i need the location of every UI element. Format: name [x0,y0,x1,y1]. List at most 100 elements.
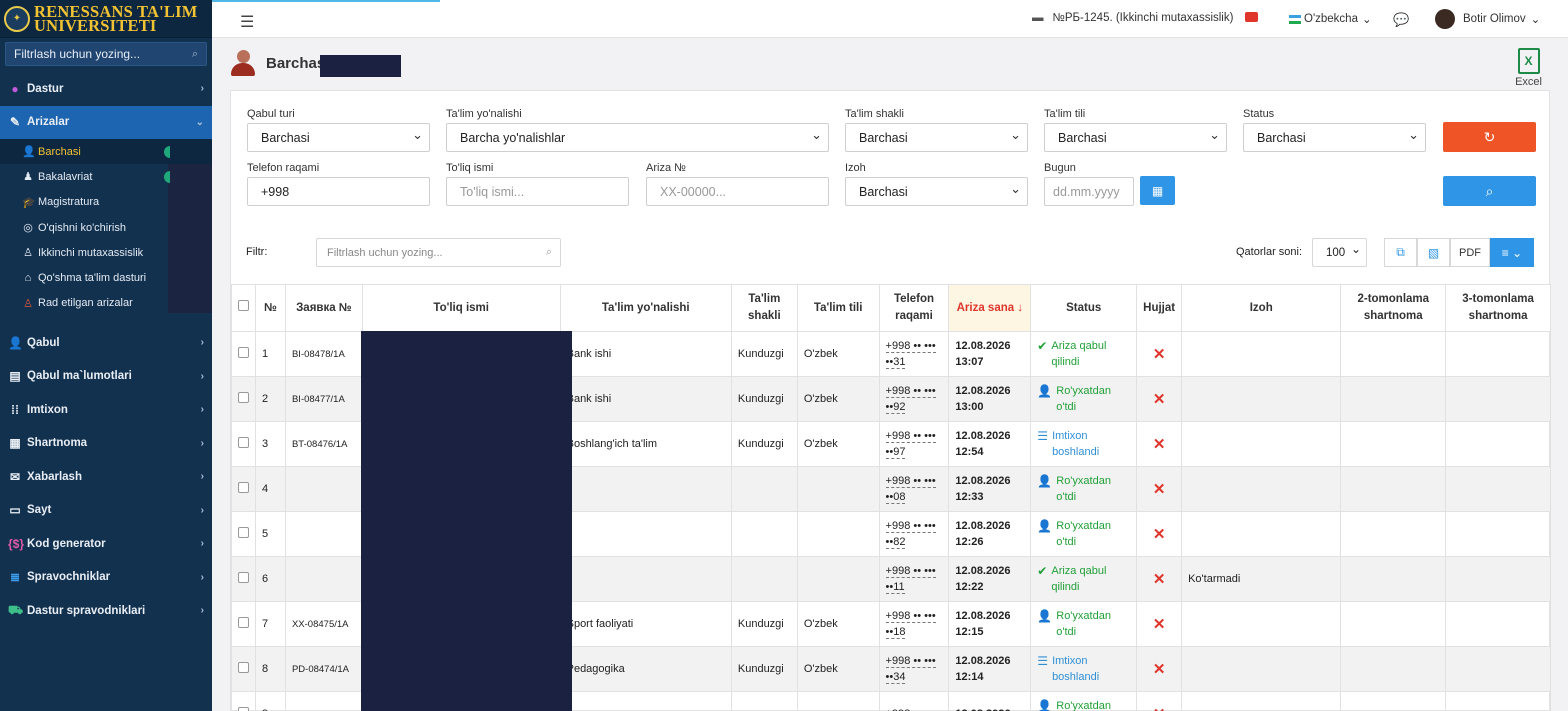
sidebar-search-input[interactable]: Filtrlash uchun yozing... ⌕ [5,42,207,66]
sidebar-subitem-barchasi[interactable]: 👤 Barchasi [0,139,212,165]
sidebar-subitem-ikkinchi-mutaxassislik[interactable]: ♙ Ikkinchi mutaxassislik [0,240,212,265]
zayavka-number[interactable]: BT-08476/1A [284,421,363,467]
talim-tili [796,511,880,557]
zayavka-number[interactable]: BI-08477/1A [284,376,363,422]
copy-button[interactable]: ⧉ [1384,238,1417,267]
toliq-ismi-input[interactable]: To'liq ismi... [446,177,629,206]
row-checkbox[interactable] [231,646,256,692]
ariza-no-input[interactable]: XX-00000... [646,177,829,206]
col-header-sorted[interactable]: Ariza sana ↓ [948,284,1032,332]
phone-number[interactable]: +998 •• ••• ••97 [878,421,950,467]
menu-toggle-icon[interactable]: ☰ [240,12,254,32]
document-cell[interactable]: ✕ [1136,331,1183,377]
col-header[interactable]: Заявка № [284,284,363,332]
telefon-input[interactable]: +998 [247,177,430,206]
status-badge: ✔ Ariza qabul qilindi [1037,339,1107,368]
col-header[interactable]: Telefon raqami [878,284,950,332]
sidebar-item-imtixon[interactable]: ⁞⁞ Imtixon › [0,393,212,427]
col-header[interactable]: To'liq ismi [361,284,561,332]
sidebar-item-kod-generator[interactable]: {$} Kod generator › [0,527,212,561]
row-checkbox[interactable] [231,556,256,602]
col-header[interactable]: № [255,284,286,332]
pdf-button[interactable]: PDF [1450,238,1490,267]
zayavka-number[interactable]: XX-08475/1A [284,601,363,647]
phone-number[interactable]: +998 •• ••• ••82 [878,511,950,557]
user-menu[interactable]: Botir Olimov ⌄ [1435,9,1540,29]
zayavka-number[interactable]: PD-08474/1A [284,646,363,692]
talim-yonalishi-select[interactable]: Barcha yo'nalishlar [446,123,829,152]
excel-export-button[interactable]: X Excel [1515,48,1542,88]
row-checkbox[interactable] [231,466,256,512]
status-select[interactable]: Barchasi [1243,123,1426,152]
row-checkbox[interactable] [231,691,256,711]
video-button[interactable] [1245,12,1258,22]
document-cell[interactable]: ✕ [1136,691,1183,711]
qabul-turi-select[interactable]: Barchasi [247,123,430,152]
sidebar-item-qabul-malumotlari[interactable]: ▤ Qabul ma`lumotlari › [0,360,212,394]
zayavka-number[interactable] [284,511,363,557]
row-checkbox[interactable] [231,376,256,422]
sidebar-subitem-rad-etilgan[interactable]: ♙ Rad etilgan arizalar [0,291,212,316]
izoh-select[interactable]: Barchasi [845,177,1028,206]
rows-count-select[interactable]: 100 [1312,238,1367,267]
row-checkbox[interactable] [231,511,256,557]
brand-logo[interactable]: ✦ RENESSANS TA'LIM UNIVERSITETI [0,0,212,38]
phone-number[interactable]: +998 •• ••• ••11 [878,556,950,602]
search-button[interactable]: ⌕ [1443,176,1536,206]
sidebar-subitem-oqishni-kochirish[interactable]: ◎ O'qishni ko'chirish [0,215,212,240]
excel-button[interactable]: ▧ [1417,238,1450,267]
col-header[interactable]: Ta'lim shakli [730,284,798,332]
phone-number[interactable]: +998 •• ••• ••34 [878,646,950,692]
language-selector[interactable]: O'zbekcha ⌄ [1289,12,1372,26]
phone-number[interactable]: +998 •• ••• ••92 [878,376,950,422]
document-cell[interactable]: ✕ [1136,601,1183,647]
col-header[interactable]: Ta'lim yo'nalishi [559,284,732,332]
bugun-date-input[interactable]: dd.mm.yyyy [1044,177,1134,206]
zayavka-number[interactable] [284,466,363,512]
phone-number[interactable]: +998 •• ••• [878,691,950,711]
column-visibility-button[interactable]: ≡ ⌄ [1490,238,1534,267]
document-cell[interactable]: ✕ [1136,421,1183,467]
document-cell[interactable]: ✕ [1136,376,1183,422]
col-header[interactable]: Status [1030,284,1138,332]
phone-number[interactable]: +998 •• ••• ••18 [878,601,950,647]
col-header[interactable]: 3-tomonlama shartnoma [1445,284,1551,332]
select-all-checkbox[interactable] [231,284,256,332]
zayavka-number[interactable]: BI-08478/1A [284,331,363,377]
row-checkbox[interactable] [231,601,256,647]
branch-selector[interactable]: ▬ №РБ-1245. (Ikkinchi mutaxassislik) [1032,12,1233,24]
sidebar-subitem-qoshma-talim[interactable]: ⌂ Qo'shma ta'lim dasturi [0,265,212,290]
sidebar-subitem-bakalavriat[interactable]: ♟ Bakalavriat [0,164,212,189]
zayavka-number[interactable] [284,556,363,602]
col-header[interactable]: Hujjat [1136,284,1183,332]
sidebar-item-dastur[interactable]: ● Dastur › [0,72,212,106]
col-header[interactable]: Izoh [1181,284,1342,332]
phone-number[interactable]: +998 •• ••• ••08 [878,466,950,512]
messages-button[interactable]: 💬 [1393,12,1409,28]
reset-button[interactable]: ↻ [1443,122,1536,152]
sidebar-item-xabarlash[interactable]: ✉ Xabarlash › [0,460,212,494]
row-checkbox[interactable] [231,331,256,377]
sidebar-item-spravochniklar[interactable]: ≣ Spravochniklar › [0,561,212,595]
document-cell[interactable]: ✕ [1136,646,1183,692]
sidebar-item-arizalar[interactable]: ✎ Arizalar ⌄ [0,105,212,139]
col-header[interactable]: Ta'lim tili [796,284,880,332]
sidebar-subitem-magistratura[interactable]: 🎓 Magistratura [0,190,212,215]
zayavka-number[interactable] [284,691,363,711]
sidebar-item-shartnoma[interactable]: ▦ Shartnoma › [0,427,212,461]
sidebar-item-dastur-spravodniklari[interactable]: ⛟ Dastur spravodniklari › [0,594,212,628]
sidebar-item-sayt[interactable]: ▭ Sayt › [0,494,212,528]
document-cell[interactable]: ✕ [1136,556,1183,602]
sidebar-item-qabul[interactable]: 👤 Qabul › [0,326,212,360]
row-checkbox[interactable] [231,421,256,467]
document-cell[interactable]: ✕ [1136,466,1183,512]
document-cell[interactable]: ✕ [1136,511,1183,557]
phone-number[interactable]: +998 •• ••• ••31 [878,331,950,377]
calendar-button[interactable]: ▦ [1140,176,1175,205]
col-header[interactable]: 2-tomonlama shartnoma [1340,284,1447,332]
row-number: 6 [255,556,286,602]
talim-shakli-select[interactable]: Barchasi [845,123,1028,152]
table-filter-input[interactable]: Filtrlash uchun yozing... ⌕ [316,238,561,267]
talim-tili-select[interactable]: Barchasi [1044,123,1227,152]
ariza-date: 12.08.2026 13:00 [948,376,1032,422]
